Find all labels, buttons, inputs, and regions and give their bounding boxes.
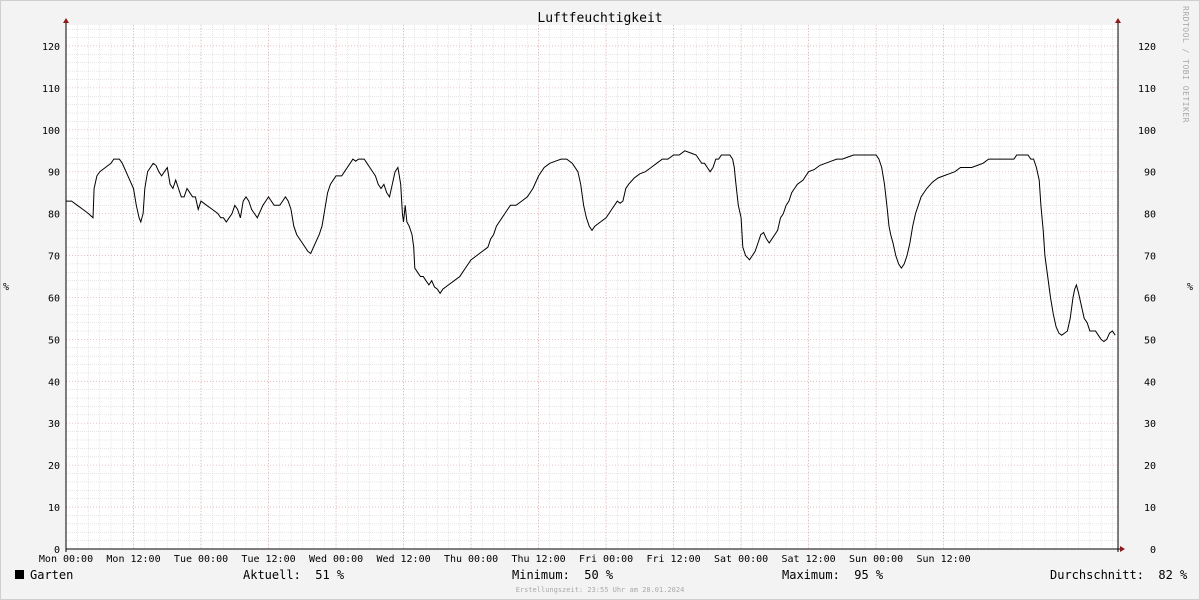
y-tick-label-left: 10 xyxy=(48,503,60,514)
y-tick-label-right: 10 xyxy=(1144,503,1156,514)
y-tick-labels-right: 0 10 20 30 40 50 60 70 80 90 100 110 120 xyxy=(1138,42,1156,556)
y-tick-label-right: 0 xyxy=(1150,545,1156,556)
x-tick-label: Thu 12:00 xyxy=(511,554,565,565)
y-tick-label-left: 30 xyxy=(48,419,60,430)
x-tick-label: Fri 12:00 xyxy=(646,554,700,565)
x-tick-label: Wed 12:00 xyxy=(376,554,430,565)
x-tick-label: Tue 00:00 xyxy=(174,554,228,565)
humidity-chart: 0 10 20 30 40 50 60 70 80 90 100 110 120 0 10 20 30 40 50… xyxy=(39,18,1156,565)
y-tick-label-left: 100 xyxy=(42,126,60,137)
x-tick-label: Mon 00:00 xyxy=(39,554,93,565)
y-tick-labels-left: 0102030405060708090100110120 xyxy=(42,42,60,556)
x-tick-label: Sat 00:00 xyxy=(714,554,768,565)
y-tick-label-right: 20 xyxy=(1144,461,1156,472)
y-tick-label-left: 70 xyxy=(48,252,60,263)
y-tick-label-right: 80 xyxy=(1144,210,1156,221)
y-tick-label-right: 110 xyxy=(1138,84,1156,95)
x-tick-label: Sun 12:00 xyxy=(917,554,971,565)
y-tick-label-right: 50 xyxy=(1144,335,1156,346)
legend-current: Aktuell: 51 % xyxy=(243,568,345,582)
y-tick-label-right: 100 xyxy=(1138,126,1156,137)
x-tick-label: Fri 00:00 xyxy=(579,554,633,565)
legend-minimum: Minimum: 50 % xyxy=(512,568,614,582)
x-tick-label: Sun 00:00 xyxy=(849,554,903,565)
y-tick-label-left: 50 xyxy=(48,335,60,346)
y-tick-label-left: 20 xyxy=(48,461,60,472)
y-tick-label-left: 80 xyxy=(48,210,60,221)
legend-average: Durchschnitt: 82 % xyxy=(1050,568,1188,582)
y-tick-label-right: 120 xyxy=(1138,42,1156,53)
y-tick-label-left: 110 xyxy=(42,84,60,95)
y-axis-unit-left: % xyxy=(3,282,10,293)
y-tick-label-right: 30 xyxy=(1144,419,1156,430)
x-tick-label: Sat 12:00 xyxy=(781,554,835,565)
y-tick-label-left: 60 xyxy=(48,293,60,304)
rrdtool-watermark: RRDTOOL / TOBI OETIKER xyxy=(1181,6,1190,123)
chart-title: Luftfeuchtigkeit xyxy=(537,11,663,26)
x-tick-labels: Mon 00:00 Mon 12:00 Tue 00:00 Tue 12:00 Wed … xyxy=(39,554,971,565)
y-tick-label-right: 40 xyxy=(1144,377,1156,388)
y-tick-label-left: 40 xyxy=(48,377,60,388)
x-tick-label: Mon 12:00 xyxy=(106,554,160,565)
y-tick-label-left: 120 xyxy=(42,42,60,53)
x-tick-label: Tue 12:00 xyxy=(241,554,295,565)
plot-area xyxy=(66,25,1118,549)
legend-maximum: Maximum: 95 % xyxy=(782,568,884,582)
y-axis-unit-right: % xyxy=(1187,282,1194,293)
legend-series-label: Garten xyxy=(30,568,74,582)
y-tick-label-right: 90 xyxy=(1144,168,1156,179)
y-tick-label-right: 60 xyxy=(1144,293,1156,304)
y-tick-label-left: 90 xyxy=(48,168,60,179)
x-tick-label: Thu 00:00 xyxy=(444,554,498,565)
x-axis-arrow xyxy=(1120,546,1125,552)
creation-time: Erstellungszeit: 23:55 Uhr am 28.01.2024 xyxy=(515,586,685,594)
y-tick-label-right: 70 xyxy=(1144,252,1156,263)
x-tick-label: Wed 00:00 xyxy=(309,554,363,565)
legend-swatch-garten xyxy=(15,570,24,579)
